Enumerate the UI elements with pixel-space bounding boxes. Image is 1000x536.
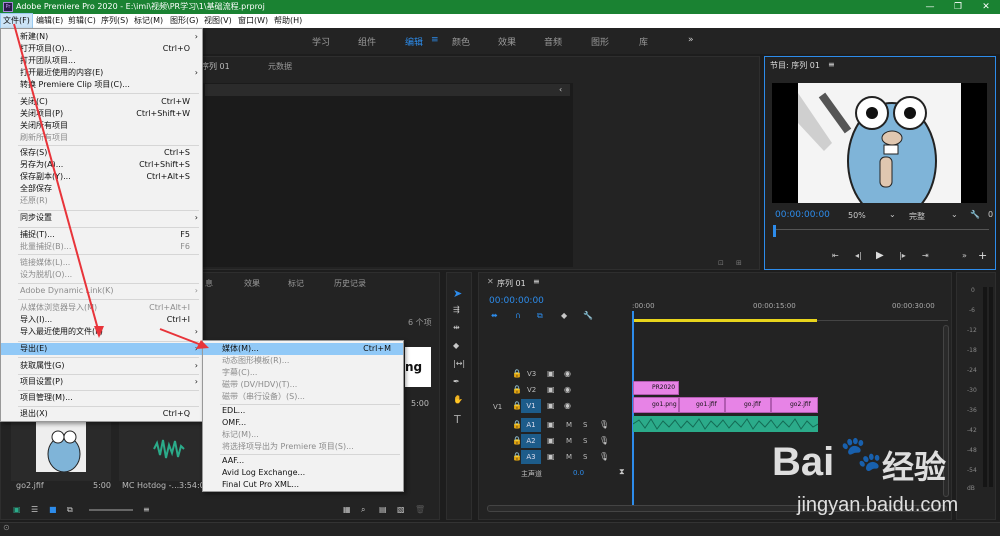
status-icon: ⊙ <box>3 523 10 532</box>
arrow-head <box>94 326 104 338</box>
watermark-url: jingyan.baidu.com <box>797 494 959 516</box>
baidu-watermark: Bai 🐾 经验 jingyan.baidu.com <box>772 428 992 528</box>
baidu-paw-icon: 🐾 <box>840 434 883 474</box>
watermark-brand2: 经验 <box>882 448 947 486</box>
watermark-brand: Bai <box>772 440 835 484</box>
status-bar: ⊙ <box>0 522 1000 536</box>
